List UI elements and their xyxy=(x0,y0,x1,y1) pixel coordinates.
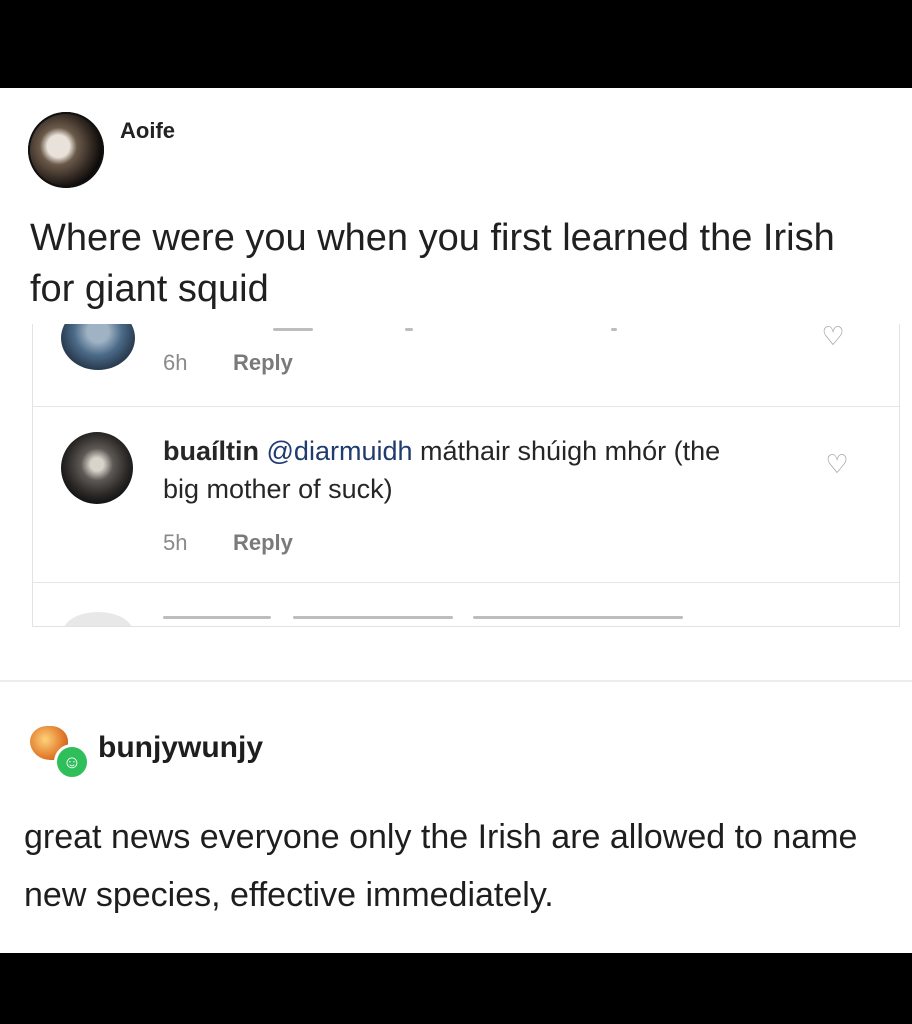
comment-time: 6h xyxy=(163,350,188,375)
cut-text-line xyxy=(273,328,313,331)
op-text: Where were you when you first learned th… xyxy=(30,217,835,310)
comment-avatar xyxy=(63,612,133,626)
reblog-badge-icon: ☺ xyxy=(54,744,90,780)
cut-text-line xyxy=(163,616,271,619)
op-username[interactable]: Aoife xyxy=(120,118,175,144)
divider xyxy=(33,406,899,407)
cut-text-line xyxy=(293,616,453,619)
reblog-avatar[interactable]: ☺ xyxy=(24,720,90,780)
op-avatar[interactable] xyxy=(28,112,104,188)
cut-text-line xyxy=(405,328,413,331)
comment-screenshot: 6h Reply ♡ buaíltin @diarmuidh máthair s… xyxy=(32,324,900,627)
post-panel: Aoife Where were you when you first lear… xyxy=(0,88,912,953)
reblog-separator xyxy=(0,680,912,682)
comment-time: 5h xyxy=(163,530,188,555)
comment-avatar xyxy=(61,432,133,504)
cut-text-line xyxy=(611,328,617,331)
reblog-username[interactable]: bunjywunjy xyxy=(98,731,263,765)
comment-avatar xyxy=(61,324,135,370)
heart-icon[interactable]: ♡ xyxy=(823,450,851,478)
heart-icon[interactable]: ♡ xyxy=(819,324,847,350)
comment-text: buaíltin @diarmuidh máthair shúigh mhór … xyxy=(163,432,723,508)
divider xyxy=(33,582,899,583)
reblog-text: great news everyone only the Irish are a… xyxy=(24,818,858,914)
comment-mention[interactable]: @diarmuidh xyxy=(267,436,413,466)
cut-text-line xyxy=(473,616,683,619)
reply-button[interactable]: Reply xyxy=(233,530,293,556)
comment-username[interactable]: buaíltin xyxy=(163,436,259,466)
reply-button[interactable]: Reply xyxy=(233,350,293,376)
